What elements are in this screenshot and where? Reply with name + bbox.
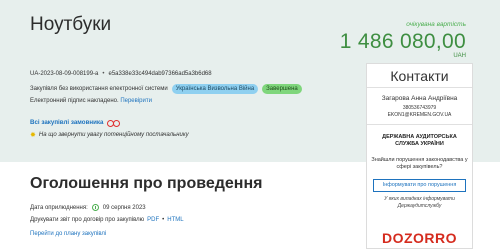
contacts-sidebar: Контакти Загарова Анна Андріївна 3805367… [366,63,473,249]
pin-icon: ✸ [30,132,36,139]
id-separator: • [102,71,105,77]
print-report-row: Друкувати звіт про договір про закупівлю… [30,217,184,223]
contact-email[interactable]: EKON1@KREMEN.GOV.UA [367,112,472,118]
all-purchases-link[interactable]: Всі закупівлі замовника [30,119,121,127]
attention-link[interactable]: ✸ На що звернути увагу потенційному пост… [30,131,189,139]
format-separator: • [162,217,165,223]
page-title: Ноутбуки [30,14,112,35]
status-badge: Завершена [262,84,302,94]
report-violation-button[interactable]: Інформувати про порушення [373,179,466,192]
clock-icon [91,204,99,211]
audit-note-link[interactable]: У яких випадках інформувати Держаудитслу… [371,196,468,209]
audit-title: ДЕРЖАВНА АУДИТОРСЬКА СЛУЖБА УКРАЇНИ [382,134,457,147]
expected-value-label: очікувана вартість [406,21,466,28]
pdf-link[interactable]: PDF [147,217,159,223]
audit-text: Знайшли порушення законодавства у сфері … [371,157,468,170]
html-link[interactable]: HTML [167,217,183,223]
procurement-type: Закупівля без використання електронної с… [30,86,168,92]
contact-name: Загарова Анна Андріївна [381,95,458,102]
tags-row: Закупівля без використання електронної с… [30,84,302,94]
signature-text: Електронний підпис накладено. [30,98,119,104]
tender-hash: e5a338e33c494dab97366ad5a3b6d68 [108,71,212,77]
sidebar-divider [367,124,472,125]
signature-row: Електронний підпис накладено. Перевірити [30,98,152,104]
tender-id[interactable]: UA-2023-08-09-008199-a [30,71,98,77]
campaign-badge[interactable]: Українська Визвольна Війна [171,84,259,94]
tender-id-row: UA-2023-08-09-008199-a • e5a338e33c494da… [30,71,212,77]
publish-date: 09 серпня 2023 [102,204,146,211]
publish-date-row: Дата оприлюднення: 09 серпня 2023 [30,204,146,211]
dozorro-logo[interactable]: DOZORRO [367,230,472,246]
currency-label: UAH [453,53,466,59]
procurement-plan-link[interactable]: Перейти до плану закупівлі [30,231,106,237]
all-purchases-label: Всі закупівлі замовника [30,119,104,126]
attention-label: На що звернути увагу потенційному постач… [38,132,189,138]
announcement-title: Оголошення про проведення [30,175,263,192]
publish-label: Дата оприлюднення: [30,204,88,211]
expected-value: 1 486 080,00 [339,30,466,53]
contact-phone[interactable]: 380536743979 [367,105,472,111]
binoculars-icon [107,119,121,127]
verify-signature-link[interactable]: Перевірити [120,98,152,104]
contacts-header: Контакти [367,64,472,88]
print-report-text: Друкувати звіт про договір про закупівлю [30,217,145,223]
